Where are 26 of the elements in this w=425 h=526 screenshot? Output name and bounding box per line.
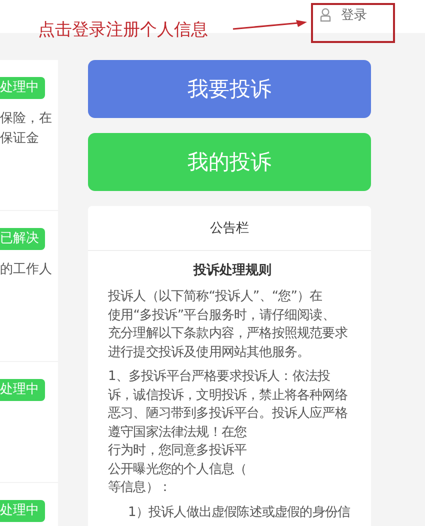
rules-text: 使用“多投诉”平台服务时，请仔细阅读、 [108, 306, 335, 324]
action-button[interactable]: 我的投诉 [88, 133, 371, 191]
rules-text: 遵守国家法律法规！在您 [108, 424, 247, 442]
complaint-text: 保证金 [0, 130, 39, 148]
rules-text: 1、多投诉平台严格要求投诉人：依法投 [108, 368, 330, 386]
login-button[interactable]: 登录 [320, 6, 367, 24]
status-badge: 处理中 [0, 379, 45, 401]
rules-text: 公开曝光您的个人信息（ [108, 460, 247, 478]
rules-text: 诉，诚信投诉，文明投诉，禁止将各种网络 [108, 386, 348, 404]
status-badge: 处理中 [0, 77, 45, 99]
user-icon [320, 8, 331, 22]
rules-text: 充分理解以下条款内容，严格按照规范要求 [108, 325, 348, 343]
status-badge: 处理中 [0, 500, 45, 522]
rules-text: 进行提交投诉及使用网站其他服务。 [108, 344, 310, 362]
action-button[interactable]: 我要投诉 [88, 60, 371, 118]
notice-title: 公告栏 [210, 220, 249, 237]
complaint-text: 的工作人 [0, 261, 52, 279]
rules-text: 投诉人（以下简称“投诉人”、“您”）在 [108, 288, 322, 306]
rules-text: 1）投诉人做出虚假陈述或虚假的身份信 [128, 504, 350, 522]
rules-text: 行为时，您同意多投诉平 [108, 442, 247, 460]
rules-heading: 投诉处理规则 [194, 263, 272, 278]
rules-text: 恶习、陋习带到多投诉平台。投诉人应严格 [108, 405, 348, 423]
status-badge: 已解决 [0, 228, 45, 250]
rules-text: 等信息）： [108, 479, 172, 497]
complaint-text: 保险，在 [0, 110, 52, 128]
annotation-text: 点击登录注册个人信息 [38, 19, 208, 42]
